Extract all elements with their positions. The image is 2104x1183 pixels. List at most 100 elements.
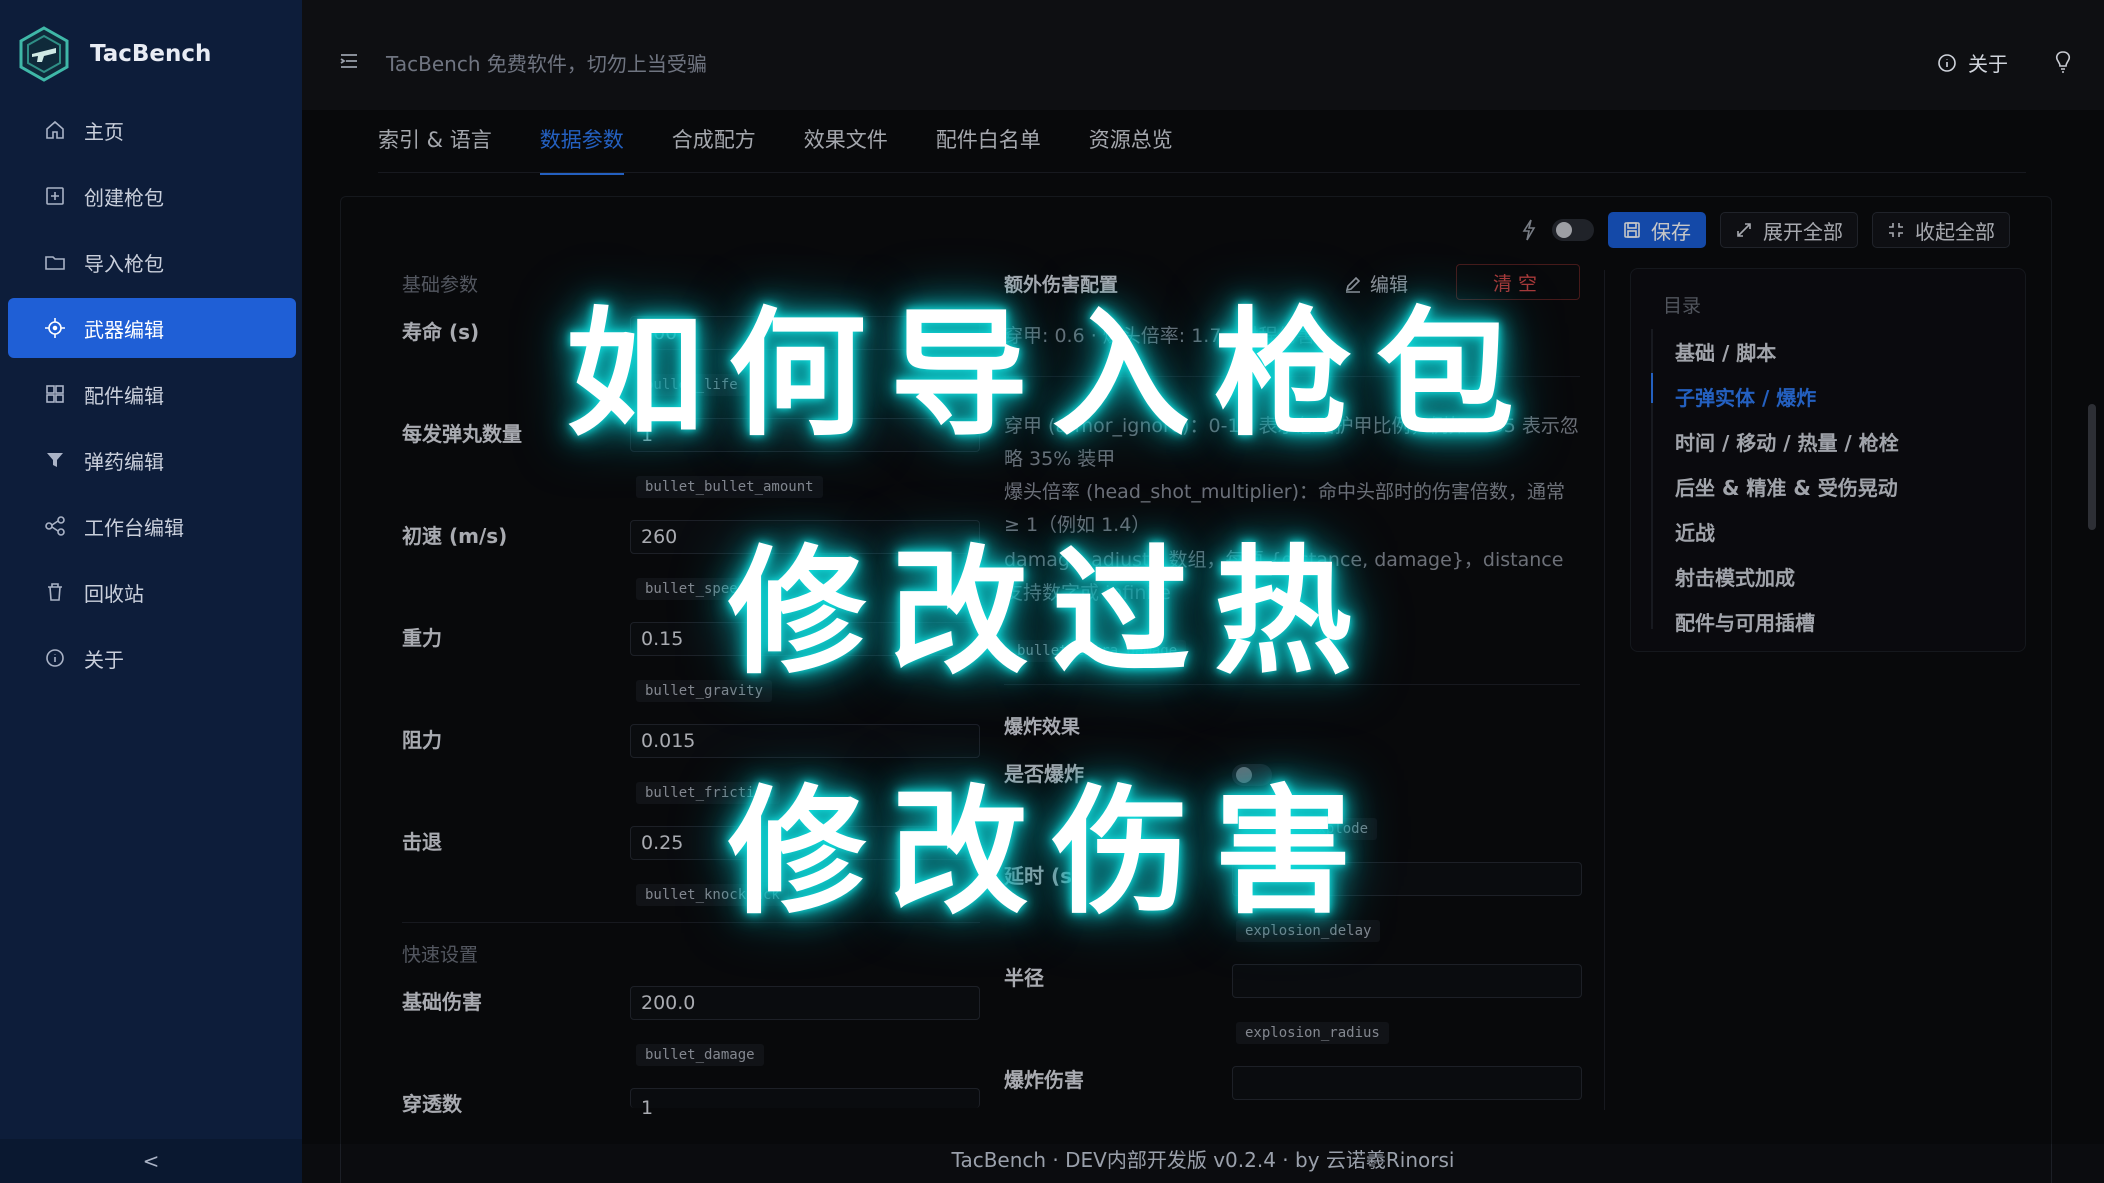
input-bullet-speed[interactable]: 260	[630, 520, 980, 554]
header-title: TacBench 免费软件，切勿上当受骗	[386, 52, 707, 76]
key-tag-bullet-gravity: bullet_gravity	[636, 680, 773, 702]
brand[interactable]: TacBench	[18, 24, 211, 84]
key-tag-explosion-delay: explosion_delay	[1236, 920, 1381, 942]
toc-item-melee[interactable]: 近战	[1675, 509, 1899, 554]
input-pierce[interactable]: 1	[630, 1088, 980, 1119]
input-explosion-delay[interactable]	[1232, 862, 1582, 896]
field-label-pierce: 穿透数	[402, 1092, 462, 1116]
input-bullet-friction[interactable]: 0.015	[630, 724, 980, 758]
sidebar-item-weapon-edit[interactable]: 武器编辑	[8, 298, 296, 358]
edit-icon	[1345, 276, 1361, 293]
basic-section-title: 基础参数	[402, 274, 479, 296]
column-divider	[1604, 270, 1605, 1110]
sidebar-item-home[interactable]: 主页	[8, 100, 296, 160]
input-bullet-knockback[interactable]: 0.25	[630, 826, 980, 860]
input-bullet-damage[interactable]: 200.0	[630, 986, 980, 1020]
header-about-label: 关于	[1968, 52, 2008, 76]
sidebar-item-about[interactable]: 关于	[8, 628, 296, 688]
trash-icon	[44, 581, 66, 603]
folder-icon	[44, 251, 66, 273]
toc-active-marker	[1651, 373, 1653, 403]
toc-item-fire-mode-bonus[interactable]: 射击模式加成	[1675, 554, 1899, 599]
extra-damage-summary: 穿甲: 0.6 · 爆头倍率: 1.7 · 射程伤害	[1004, 325, 1316, 347]
expand-all-button[interactable]: 展开全部	[1720, 212, 1858, 248]
tab-index-language[interactable]: 索引 & 语言	[378, 124, 492, 175]
key-tag-explosion-radius: explosion_radius	[1236, 1022, 1389, 1044]
save-icon	[1624, 222, 1640, 238]
quick-mode-toggle[interactable]	[1552, 219, 1594, 241]
sidebar-item-ammo-edit[interactable]: 弹药编辑	[8, 430, 296, 490]
collapse-label: 收起全部	[1915, 219, 1995, 244]
save-label: 保存	[1651, 219, 1691, 244]
toc-item-basic[interactable]: 基础 / 脚本	[1675, 329, 1899, 374]
tab-effect-files[interactable]: 效果文件	[804, 124, 888, 175]
key-tag-bullet-knockback: bullet_knockback	[636, 884, 789, 906]
field-label-life: 寿命 (s)	[402, 320, 480, 344]
sidebar-item-import-pack[interactable]: 导入枪包	[8, 232, 296, 292]
editor-toolbar: 保存 展开全部 收起全部	[1520, 212, 2010, 248]
info-icon	[1938, 53, 1956, 72]
toc-item-recoil-accuracy[interactable]: 后坐 & 精准 & 受伤晃动	[1675, 464, 1899, 509]
toc-item-bullet-entity[interactable]: 子弹实体 / 爆炸	[1675, 374, 1899, 419]
key-tag-bullet-friction: bullet_friction	[636, 782, 781, 804]
table-of-contents: 目录 基础 / 脚本 子弹实体 / 爆炸 时间 / 移动 / 热量 / 枪栓 后…	[1630, 268, 2026, 652]
key-tag-bullet-speed: bullet_speed	[636, 578, 756, 600]
tab-crafting-recipe[interactable]: 合成配方	[672, 124, 756, 175]
explosion-damage-label: 爆炸伤害	[1004, 1068, 1084, 1092]
field-label-speed: 初速 (m/s)	[402, 524, 508, 548]
sidebar-item-label: 工作台编辑	[84, 515, 184, 540]
explosion-delay-label: 延时 (s)	[1004, 864, 1082, 888]
filter-icon	[44, 449, 66, 471]
tab-resource-overview[interactable]: 资源总览	[1089, 124, 1173, 175]
top-header: TacBench 免费软件，切勿上当受骗 关于	[302, 0, 2104, 110]
share-icon	[44, 515, 66, 537]
lightbulb-icon[interactable]	[2052, 50, 2074, 74]
sidebar-item-label: 武器编辑	[84, 317, 164, 342]
sidebar-item-attachment-edit[interactable]: 配件编辑	[8, 364, 296, 424]
collapse-icon	[1889, 223, 1903, 237]
save-button[interactable]: 保存	[1608, 212, 1706, 248]
grid-icon	[44, 383, 66, 405]
bolt-icon	[1522, 219, 1536, 241]
input-bullet-amount[interactable]: 1	[630, 418, 980, 452]
home-icon	[44, 119, 66, 141]
extra-damage-title: 额外伤害配置	[1004, 274, 1119, 296]
key-tag-bullet-damage: bullet_damage	[636, 1044, 764, 1066]
menu-toggle-icon[interactable]	[338, 50, 360, 72]
sidebar: TacBench 主页 创建枪包 导入枪包 武器编辑 配件编辑 弹药编辑 工作台…	[0, 0, 302, 1183]
sidebar-item-label: 导入枪包	[84, 251, 164, 276]
section-divider	[402, 922, 980, 923]
extra-damage-edit-button[interactable]: 编辑	[1344, 270, 1408, 297]
extra-damage-divider	[1004, 376, 1580, 377]
sidebar-item-create-pack[interactable]: 创建枪包	[8, 166, 296, 226]
page-scrollbar[interactable]	[2088, 404, 2096, 530]
key-tag-explode: explode	[1300, 818, 1378, 840]
toc-item-time-move-heat[interactable]: 时间 / 移动 / 热量 / 枪栓	[1675, 419, 1899, 464]
footer-text: TacBench · DEV内部开发版 v0.2.4 · by 云诺羲Rinor…	[951, 1148, 1455, 1172]
input-explosion-radius[interactable]	[1232, 964, 1582, 998]
sidebar-item-label: 创建枪包	[84, 185, 164, 210]
sidebar-collapse-button[interactable]: <	[0, 1139, 302, 1183]
sidebar-item-label: 主页	[84, 119, 124, 144]
input-explosion-damage[interactable]	[1232, 1066, 1582, 1100]
input-bullet-gravity[interactable]: 0.15	[630, 622, 980, 656]
key-tag-bullet-life: bullet_life	[636, 374, 747, 396]
sidebar-item-workbench-edit[interactable]: 工作台编辑	[8, 496, 296, 556]
sidebar-item-recycle-bin[interactable]: 回收站	[8, 562, 296, 622]
field-label-gravity: 重力	[402, 626, 442, 650]
explosion-section-title: 爆炸效果	[1004, 716, 1081, 738]
quick-section-title: 快速设置	[402, 944, 479, 966]
toc-title: 目录	[1663, 295, 1702, 317]
tab-attachment-whitelist[interactable]: 配件白名单	[936, 124, 1041, 175]
toc-item-attachments-slots[interactable]: 配件与可用插槽	[1675, 599, 1899, 644]
header-about-link[interactable]: 关于	[1936, 48, 2008, 77]
collapse-all-button[interactable]: 收起全部	[1872, 212, 2010, 248]
info-icon	[44, 647, 66, 669]
explosion-enable-toggle[interactable]	[1232, 764, 1272, 786]
app-window: TacBench 主页 创建枪包 导入枪包 武器编辑 配件编辑 弹药编辑 工作台…	[0, 0, 2104, 1183]
tab-data-params[interactable]: 数据参数	[539, 124, 624, 175]
extra-damage-clear-button[interactable]: 清空	[1456, 264, 1580, 300]
input-bullet-life[interactable]: 100	[630, 316, 980, 350]
field-label-knockback: 击退	[402, 830, 442, 854]
desc-damage-adjust: damage_adjust：数组，每项 {distance, damage}，d…	[1004, 549, 1564, 604]
